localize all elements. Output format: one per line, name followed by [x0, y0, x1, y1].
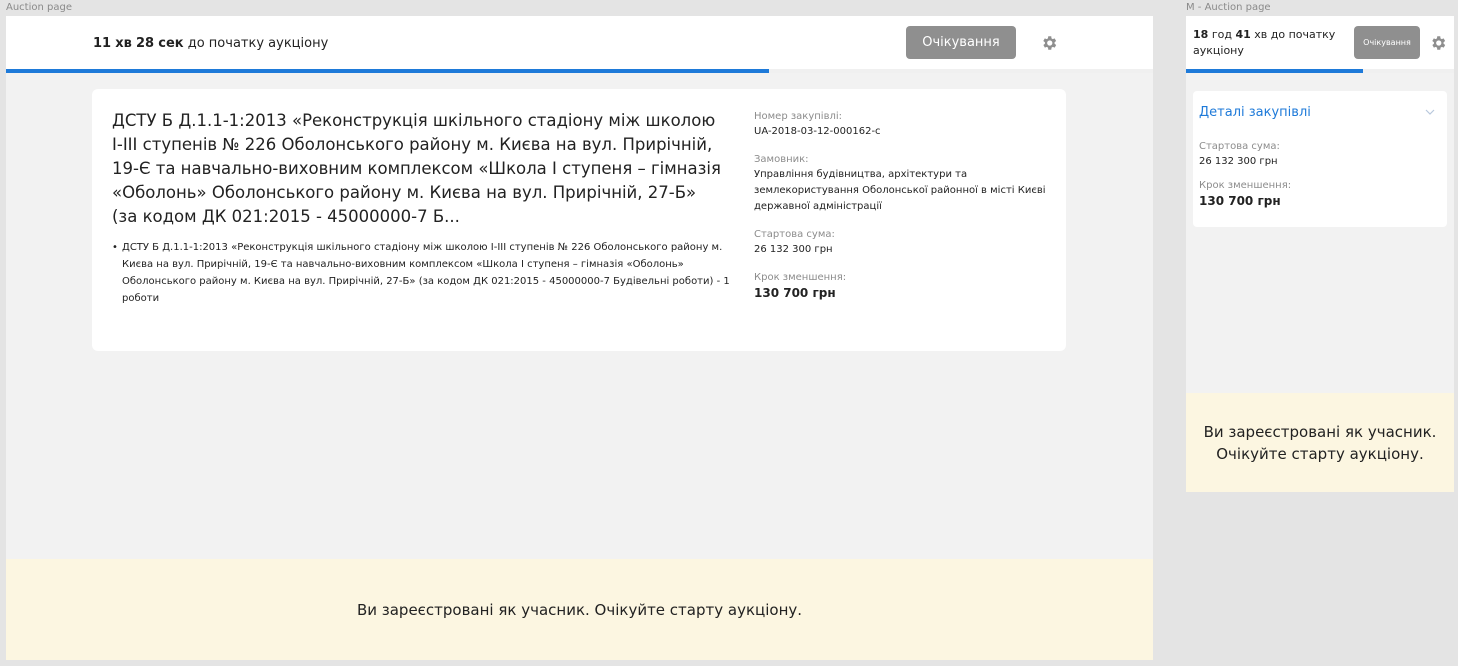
- customer-label: Замовник:: [754, 154, 809, 165]
- countdown-suffix: до початку аукціону: [187, 36, 329, 51]
- countdown-seconds-unit: сек: [158, 36, 184, 51]
- auction-header: 11 хв 28 сек до початку аукціону Очікува…: [6, 16, 1153, 73]
- progress-fill: [1186, 69, 1363, 73]
- countdown-hours-unit: год: [1211, 28, 1232, 41]
- step-value: 130 700 грн: [754, 286, 836, 300]
- start-sum-label: Стартова сума:: [1199, 141, 1280, 152]
- procurement-meta: Номер закупівлі: UA-2018-03-12-000162-c …: [754, 109, 1054, 313]
- customer: Управління будівництва, архітектури та з…: [754, 169, 1046, 212]
- procurement-card: ДСТУ Б Д.1.1-1:2013 «Реконструкція шкіль…: [92, 89, 1066, 351]
- procurement-details-card: Деталі закупівлі Стартова сума: 26 132 3…: [1193, 91, 1447, 227]
- countdown: 11 хв 28 сек до початку аукціону: [93, 36, 328, 51]
- procurement-number-label: Номер закупівлі:: [754, 111, 843, 122]
- status-button[interactable]: Очікування: [1354, 26, 1420, 59]
- procurement-items: ДСТУ Б Д.1.1-1:2013 «Реконструкція шкіль…: [112, 239, 732, 307]
- details-toggle[interactable]: Деталі закупівлі: [1199, 105, 1311, 120]
- registration-banner: Ви зареєстровані як учасник. Очікуйте ст…: [6, 559, 1153, 660]
- desktop-frame-label: Auction page: [6, 2, 72, 13]
- chevron-down-icon[interactable]: [1425, 107, 1435, 117]
- auction-header: 18 год 41 хв до початку аукціону Очікува…: [1186, 16, 1454, 73]
- gear-icon[interactable]: [1040, 34, 1058, 52]
- countdown-minutes: 41: [1235, 28, 1251, 41]
- countdown-minutes-unit: хв: [1254, 28, 1268, 41]
- progress-fill: [6, 69, 769, 73]
- progress-bar: [1186, 69, 1454, 73]
- countdown-minutes-unit: хв: [115, 36, 132, 51]
- procurement-number: UA-2018-03-12-000162-c: [754, 126, 881, 137]
- desktop-auction-page: 11 хв 28 сек до початку аукціону Очікува…: [6, 16, 1153, 660]
- step-label: Крок зменшення:: [754, 272, 847, 283]
- details-body: Стартова сума: 26 132 300 грн Крок зменш…: [1199, 139, 1439, 217]
- countdown-hours: 18: [1193, 28, 1209, 41]
- step-value: 130 700 грн: [1199, 194, 1281, 208]
- countdown-seconds: 28: [136, 36, 155, 51]
- start-sum-label: Стартова сума:: [754, 229, 835, 240]
- list-item: ДСТУ Б Д.1.1-1:2013 «Реконструкція шкіль…: [112, 239, 732, 307]
- procurement-title: ДСТУ Б Д.1.1-1:2013 «Реконструкція шкіль…: [112, 111, 721, 226]
- mobile-frame-label: M - Auction page: [1186, 2, 1271, 13]
- gear-icon[interactable]: [1429, 34, 1447, 52]
- countdown-minutes: 11: [93, 36, 112, 51]
- start-sum: 26 132 300 грн: [754, 244, 833, 255]
- registration-banner: Ви зареєстровані як учасник. Очікуйте ст…: [1186, 393, 1454, 492]
- progress-bar: [6, 69, 1153, 73]
- mobile-auction-page: 18 год 41 хв до початку аукціону Очікува…: [1186, 16, 1454, 492]
- start-sum: 26 132 300 грн: [1199, 156, 1278, 167]
- countdown: 18 год 41 хв до початку аукціону: [1193, 27, 1345, 59]
- status-button[interactable]: Очікування: [906, 26, 1016, 59]
- step-label: Крок зменшення:: [1199, 180, 1292, 191]
